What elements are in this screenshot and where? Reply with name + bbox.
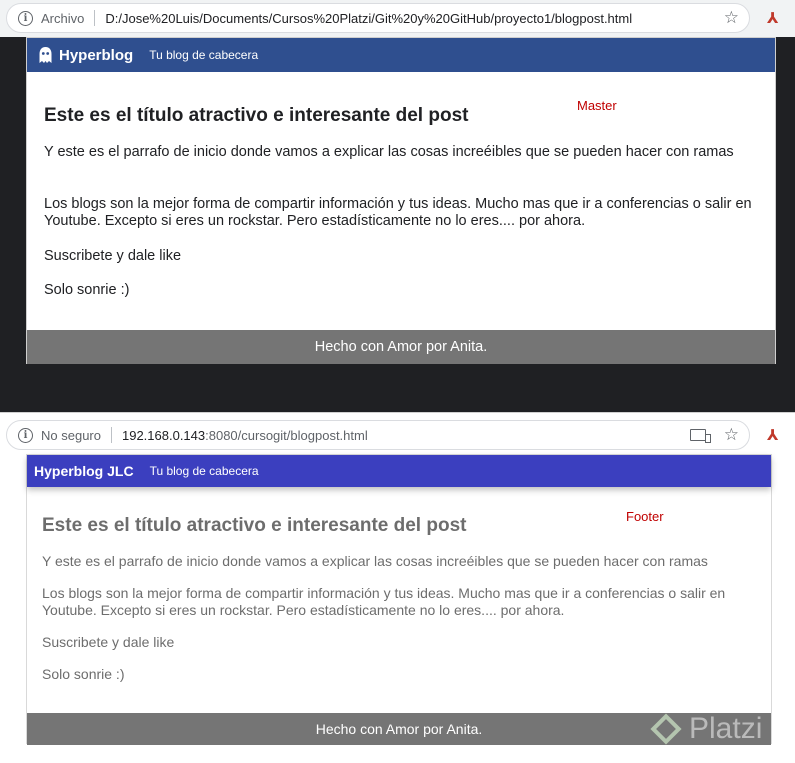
bookmark-star-icon[interactable]: ☆ bbox=[724, 425, 739, 445]
url-path[interactable]: D:/Jose%20Luis/Documents/Cursos%20Platzi… bbox=[105, 11, 632, 26]
url-scheme-label: Archivo bbox=[41, 10, 85, 26]
smile-paragraph: Solo sonrie :) bbox=[42, 666, 125, 682]
post-title: Este es el título atractivo e interesant… bbox=[42, 515, 467, 536]
url-divider bbox=[110, 427, 112, 443]
watermark-text: Platzi bbox=[689, 712, 763, 745]
post-title: Este es el título atractivo e interesant… bbox=[44, 105, 469, 126]
body-paragraph: Los blogs son la mejor forma de comparti… bbox=[44, 196, 752, 229]
body-paragraph: Los blogs son la mejor forma de comparti… bbox=[42, 585, 726, 618]
brand-name[interactable]: Hyperblog JLC bbox=[34, 463, 134, 479]
url-divider bbox=[94, 10, 96, 26]
url-rest: :8080/cursogit/blogpost.html bbox=[205, 427, 368, 443]
info-icon[interactable]: i bbox=[18, 10, 33, 26]
platzi-watermark: Platzi bbox=[650, 712, 763, 746]
page-footer: Hecho con Amor por Anita. bbox=[27, 330, 775, 364]
top-blog-page: Hyperblog Tu blog de cabecera Master Est… bbox=[26, 37, 776, 364]
tagline: Tu blog de cabecera bbox=[149, 464, 259, 478]
bookmark-star-icon[interactable]: ☆ bbox=[724, 8, 739, 28]
pdf-extension-icon[interactable]: ⅄ bbox=[765, 426, 784, 446]
url-path[interactable]: 192.168.0.143:8080/cursogit/blogpost.htm… bbox=[122, 428, 368, 443]
tagline: Tu blog de cabecera bbox=[149, 48, 259, 62]
brand-name[interactable]: Hyperblog bbox=[59, 47, 133, 64]
url-scheme-label: No seguro bbox=[41, 427, 101, 443]
subscribe-paragraph: Suscribete y dale like bbox=[42, 634, 175, 650]
intro-paragraph: Y este es el parrafo de inicio donde vam… bbox=[42, 553, 708, 569]
cast-icon[interactable] bbox=[689, 429, 711, 443]
intro-paragraph: Y este es el parrafo de inicio donde vam… bbox=[44, 144, 734, 160]
top-address-bar[interactable]: i Archivo D:/Jose%20Luis/Documents/Curso… bbox=[6, 3, 750, 33]
platzi-logo-icon bbox=[650, 713, 682, 745]
url-host: 192.168.0.143 bbox=[121, 427, 206, 443]
branch-annotation: Footer bbox=[626, 509, 664, 524]
top-browser-chrome: i Archivo D:/Jose%20Luis/Documents/Curso… bbox=[0, 0, 795, 37]
bottom-navbar: Hyperblog JLC Tu blog de cabecera bbox=[27, 455, 771, 487]
smile-paragraph: Solo sonrie :) bbox=[44, 282, 130, 298]
pdf-extension-icon[interactable]: ⅄ bbox=[765, 9, 784, 29]
subscribe-paragraph: Suscribete y dale like bbox=[44, 248, 182, 264]
ghost-logo-icon bbox=[38, 46, 53, 64]
top-navbar: Hyperblog Tu blog de cabecera bbox=[27, 38, 775, 72]
bottom-blog-page: Hyperblog JLC Tu blog de cabecera Footer… bbox=[26, 454, 772, 745]
info-icon[interactable]: i bbox=[18, 427, 33, 443]
branch-annotation: Master bbox=[577, 98, 617, 113]
bottom-browser-chrome: i No seguro 192.168.0.143:8080/cursogit/… bbox=[0, 412, 795, 455]
bottom-address-bar[interactable]: i No seguro 192.168.0.143:8080/cursogit/… bbox=[6, 420, 750, 450]
